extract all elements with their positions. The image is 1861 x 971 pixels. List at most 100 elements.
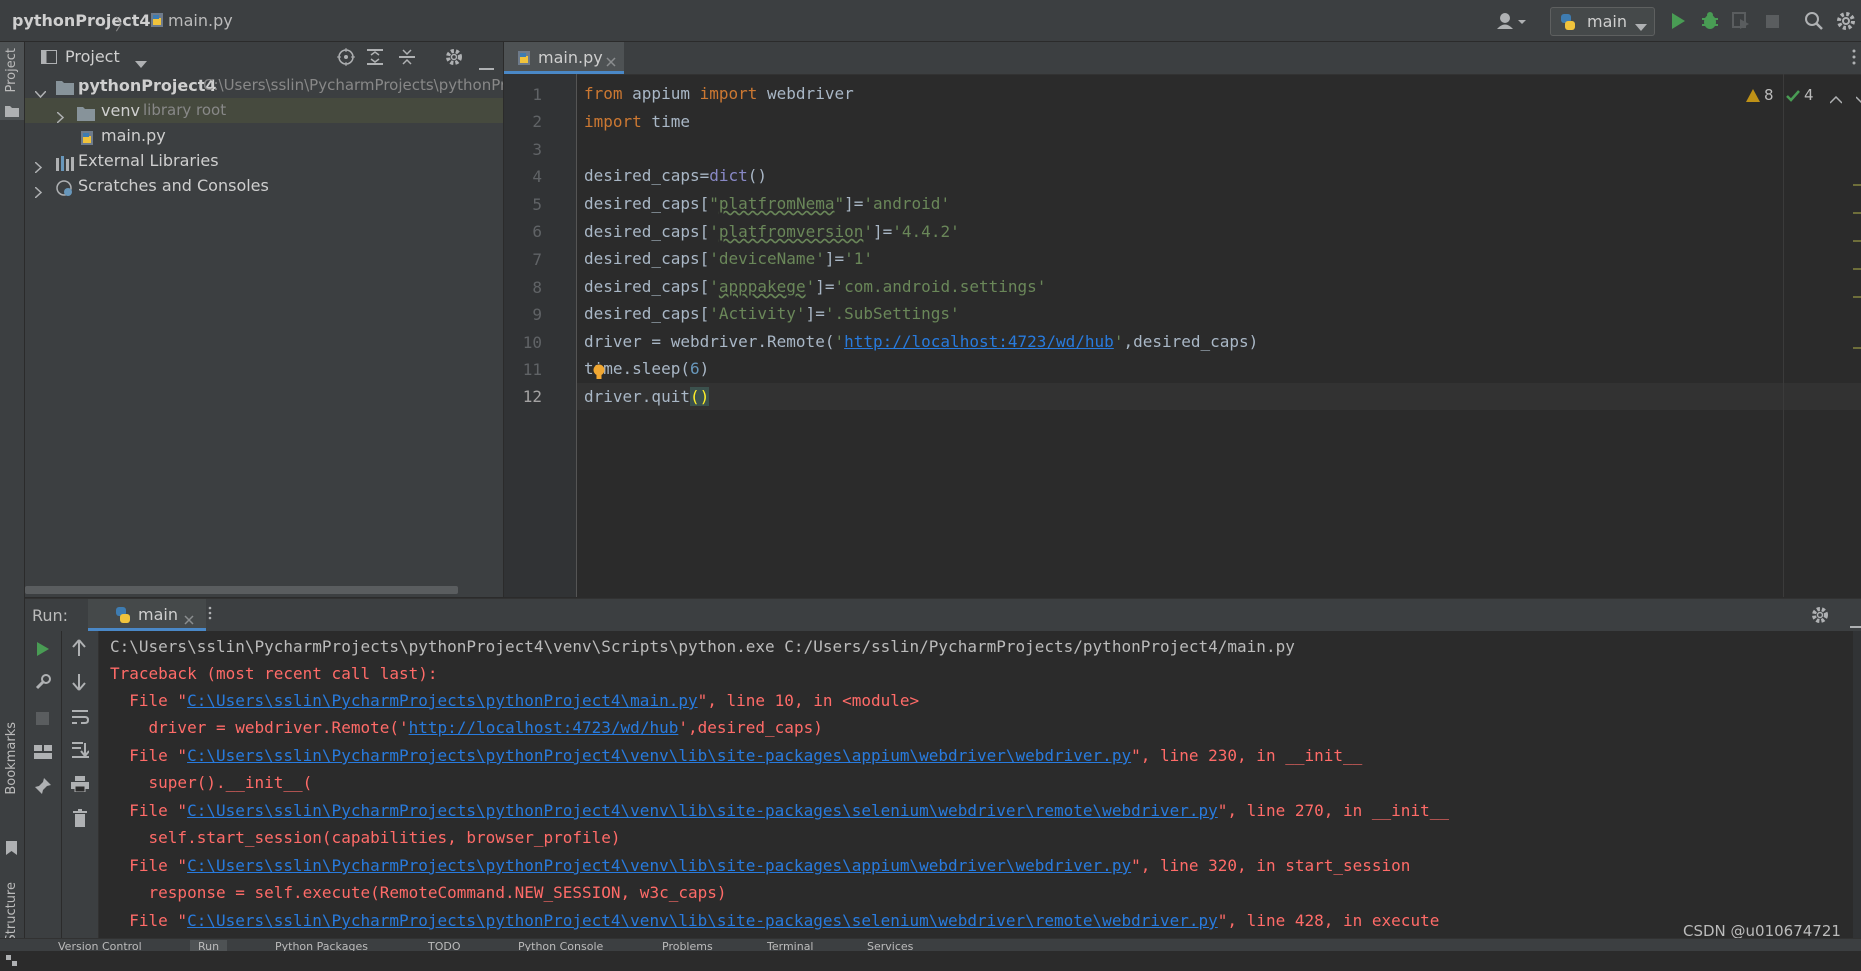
chevron-down-icon[interactable] [1855,90,1861,108]
root-path: C:\Users\sslin\PycharmProjects\pythonPro [203,76,503,94]
tool-tab-problems[interactable]: Problems [662,940,713,951]
tree-item-root[interactable]: pythonProject4 C:\Users\sslin\PycharmPro… [25,73,503,99]
settings-gear-icon[interactable] [1836,11,1856,35]
run-config-label: main [1587,12,1627,31]
traceback-frame: File "C:\Users\sslin\PycharmProjects\pyt… [110,911,1440,930]
bookmarks-tool-label: Bookmarks [4,722,19,795]
more-options-icon[interactable] [208,605,212,624]
run-label: Run: [32,606,69,625]
python-icon [114,606,132,628]
code-line: desired_caps['deviceName']='1' [584,249,873,268]
warning-icon [1746,88,1760,106]
tool-tab-terminal[interactable]: Terminal [767,940,814,951]
tab-main-py[interactable]: main.py [504,42,624,74]
tool-tab-python-packages[interactable]: Python Packages [275,940,368,951]
error-stripe-mark[interactable] [1853,347,1861,349]
traceback-frame: File "C:\Users\sslin\PycharmProjects\pyt… [110,746,1363,765]
tool-window-strip: Project Bookmarks Structure [0,42,25,966]
run-tab-main[interactable]: main [88,599,206,631]
code-line: driver = webdriver.Remote('http://localh… [584,332,1259,351]
python-icon [1559,13,1577,35]
tab-label: main.py [538,48,603,67]
code-line: import time [584,112,690,131]
bookmarks-tool-button[interactable]: Bookmarks [0,722,24,862]
url-link[interactable]: http://localhost:4723/wd/hub [409,718,679,737]
breadcrumb-file[interactable]: main.py [168,11,233,30]
error-stripe-mark[interactable] [1853,240,1861,242]
code-area[interactable]: from appium import webdriver import time… [504,74,1861,597]
traceback-frame: File "C:\Users\sslin\PycharmProjects\pyt… [110,691,920,710]
chevron-down-icon[interactable] [135,54,147,73]
run-tab-label: main [138,605,178,624]
file-link[interactable]: C:\Users\sslin\PycharmProjects\pythonPro… [187,746,1131,765]
title-bar: pythonProject4 〉 main.py main [0,0,1861,42]
tree-item-scratches[interactable]: Scratches and Consoles [25,173,503,199]
debug-icon[interactable] [1701,11,1719,35]
coverage-icon[interactable] [1732,12,1750,34]
scratches-icon [56,178,74,203]
tree-item-venv[interactable]: venv library root [25,98,503,124]
tree-item-external-libraries[interactable]: External Libraries [25,148,503,174]
tree-item-main-py[interactable]: main.py [25,123,503,148]
project-tool-button[interactable]: Project [0,42,24,120]
project-tool-label: Project [4,48,19,93]
external-libraries-label: External Libraries [78,151,219,170]
warning-count: 8 [1764,86,1774,104]
file-link[interactable]: C:\Users\sslin\PycharmProjects\pythonPro… [187,801,1218,820]
error-stripe-mark[interactable] [1853,212,1861,214]
traceback-frame: File "C:\Users\sslin\PycharmProjects\pyt… [110,856,1411,875]
run-icon[interactable] [1670,12,1686,34]
file-link[interactable]: C:\Users\sslin\PycharmProjects\pythonPro… [187,856,1131,875]
project-panel: Project pythonProject4 C:\Users\sslin\Py… [25,42,503,597]
project-panel-title[interactable]: Project [65,47,120,66]
locate-target-icon[interactable] [337,48,355,70]
tool-tab-python-console[interactable]: Python Console [518,940,603,951]
chevron-up-icon[interactable] [1829,90,1843,108]
expand-all-icon[interactable] [367,49,383,69]
console-output[interactable]: C:\Users\sslin\PycharmProjects\pythonPro… [25,631,1861,939]
traceback-frame: File "C:\Users\sslin\PycharmProjects\pyt… [110,801,1449,820]
python-file-icon [150,12,164,28]
tool-window-bar: Version Control Run Python Packages TODO… [0,938,1861,951]
search-icon[interactable] [1804,11,1824,35]
error-stripe-mark[interactable] [1853,184,1861,186]
code-line: desired_caps['Activity']='.SubSettings' [584,304,960,323]
lightbulb-icon[interactable] [592,364,606,384]
horizontal-scrollbar[interactable] [25,586,458,594]
run-config-selector[interactable]: main [1550,7,1655,36]
tool-tab-run[interactable]: Run [190,940,228,951]
code-line: driver.quit() [584,387,710,406]
root-label: pythonProject4 [78,76,217,95]
code-line: desired_caps["platfromNema"]='android' [584,194,951,213]
code-line: desired_caps=dict() [584,166,768,185]
structure-tool-label: Structure [4,882,19,943]
tool-tab-todo[interactable]: TODO [428,940,461,951]
file-link[interactable]: C:\Users\sslin\PycharmProjects\pythonPro… [187,691,698,710]
traceback-code: super().__init__( [110,773,313,792]
editor-tabs: main.py [504,42,1861,75]
gear-icon[interactable] [1811,606,1829,628]
code-line: from appium import webdriver [584,84,854,103]
venv-label: venv [101,101,140,120]
traceback-header: Traceback (most recent call last): [110,664,438,683]
error-stripe-mark[interactable] [1853,296,1861,298]
tool-tab-services[interactable]: Services [867,940,913,951]
error-stripe-mark[interactable] [1853,268,1861,270]
main-py-label: main.py [101,126,166,145]
vertical-scrollbar[interactable] [1853,631,1861,939]
traceback-code: self.start_session(capabilities, browser… [110,828,621,847]
more-tabs-icon[interactable] [1852,48,1856,70]
file-link[interactable]: C:\Users\sslin\PycharmProjects\pythonPro… [187,911,1218,930]
close-icon[interactable] [184,610,194,629]
venv-hint: library root [143,101,227,119]
user-icon[interactable] [1496,12,1526,34]
chevron-down-icon [1635,17,1647,36]
stop-icon[interactable] [1766,14,1780,33]
collapse-all-icon[interactable] [399,49,415,69]
close-icon[interactable] [606,52,616,71]
traceback-code: driver = webdriver.Remote('http://localh… [110,718,823,737]
tool-tab-version-control[interactable]: Version Control [58,940,142,951]
project-panel-header: Project [25,42,503,72]
gear-icon[interactable] [445,48,463,70]
chevron-right-icon [34,180,43,205]
